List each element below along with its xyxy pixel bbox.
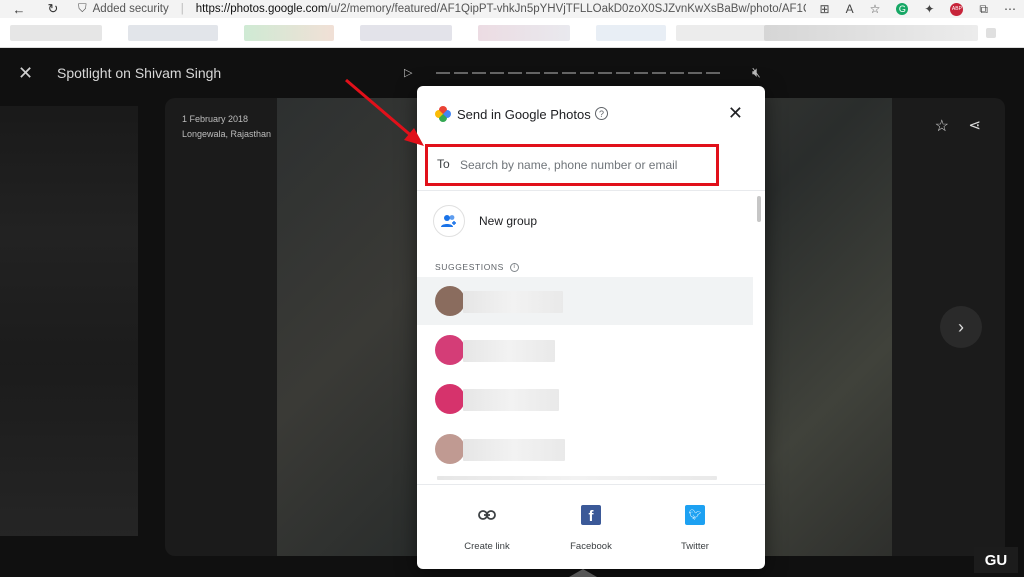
bookmark-item[interactable] xyxy=(676,25,766,41)
back-icon[interactable]: ← xyxy=(10,0,28,18)
bookmark-item[interactable] xyxy=(10,25,102,41)
facebook-icon: f xyxy=(581,505,601,525)
link-icon xyxy=(447,503,527,527)
close-dialog-icon[interactable]: ✕ xyxy=(728,103,743,124)
bookmark-item[interactable] xyxy=(128,25,218,41)
play-icon[interactable]: ▷ xyxy=(404,66,412,79)
bookmark-item[interactable] xyxy=(764,25,978,41)
group-add-icon xyxy=(433,205,465,237)
address-bar[interactable]: ⛉ Added security | https://photos.google… xyxy=(78,0,806,18)
bookmark-item[interactable] xyxy=(244,25,334,41)
contact-row[interactable] xyxy=(417,326,753,374)
bookmarks-bar xyxy=(0,18,1024,48)
shield-icon: ⛉ xyxy=(78,2,87,15)
recipient-search-input[interactable] xyxy=(460,155,708,175)
mute-icon[interactable]: 🔇︎ xyxy=(752,64,761,81)
collections-icon[interactable]: ⧉ xyxy=(979,2,988,17)
photo-date: 1 February 2018 xyxy=(182,114,249,124)
avatar xyxy=(435,335,465,365)
new-group-button[interactable]: New group xyxy=(433,205,537,237)
google-photos-logo-icon xyxy=(435,106,451,122)
avatar xyxy=(435,286,465,316)
browser-toolbar: ← ↻ ⛉ Added security | https://photos.go… xyxy=(0,0,1024,18)
story-title: Spotlight on Shivam Singh xyxy=(57,65,222,81)
contact-row[interactable] xyxy=(417,474,753,484)
favorite-icon[interactable]: ☆ xyxy=(870,2,881,16)
story-progress xyxy=(436,72,720,74)
dialog-header: Send in Google Photos ? ✕ xyxy=(417,86,765,142)
contact-name xyxy=(463,389,559,411)
grammarly-icon[interactable]: G xyxy=(896,3,909,15)
divider xyxy=(417,190,765,191)
send-dialog: Send in Google Photos ? ✕ To New group S… xyxy=(417,86,765,569)
recipient-list: New group SUGGESTIONS i xyxy=(417,194,765,484)
screen: ← ↻ ⛉ Added security | https://photos.go… xyxy=(0,0,1024,577)
new-group-label: New group xyxy=(479,214,538,228)
apps-icon[interactable]: ⊞ xyxy=(820,2,830,16)
twitter-label: Twitter xyxy=(681,541,709,552)
twitter-button[interactable]: 🐦︎ Twitter xyxy=(655,503,735,552)
bottom-notch xyxy=(569,569,597,577)
chevron-right-icon: › xyxy=(958,316,964,337)
bookmark-item[interactable] xyxy=(360,25,452,41)
contact-row[interactable] xyxy=(417,277,753,325)
contact-name xyxy=(463,439,565,461)
security-label: Added security xyxy=(92,3,169,15)
more-icon[interactable]: ⋯ xyxy=(1004,2,1016,16)
bookmark-item[interactable] xyxy=(478,25,570,41)
to-label: To xyxy=(437,157,450,171)
facebook-button[interactable]: f Facebook xyxy=(551,503,631,552)
avatar xyxy=(435,384,465,414)
share-icon[interactable]: ⋖ xyxy=(968,116,981,134)
star-icon[interactable]: ☆ xyxy=(935,116,949,136)
address-divider: | xyxy=(180,3,184,15)
share-options: Create link f Facebook 🐦︎ Twitter xyxy=(417,484,765,569)
browser-extensions: ⊞ A ☆ G ✦ ABP ⧉ ⋯ xyxy=(820,0,1016,18)
create-link-button[interactable]: Create link xyxy=(447,503,527,552)
bookmark-item[interactable] xyxy=(596,25,666,41)
bookmark-item[interactable] xyxy=(986,28,996,38)
list-scrollbar[interactable] xyxy=(757,196,761,222)
recipient-field-highlight: To xyxy=(425,144,719,186)
contact-name xyxy=(463,291,563,313)
contact-name xyxy=(463,340,555,362)
help-icon[interactable]: ? xyxy=(595,107,608,120)
avatar xyxy=(435,434,465,464)
watermark-logo: GU xyxy=(974,547,1018,573)
twitter-icon: 🐦︎ xyxy=(685,505,705,525)
next-photo-button[interactable]: › xyxy=(940,306,982,348)
adblock-icon[interactable]: ABP xyxy=(950,2,964,16)
facebook-label: Facebook xyxy=(570,541,612,552)
dialog-title: Send in Google Photos xyxy=(457,107,591,122)
read-aloud-icon[interactable]: A xyxy=(846,2,854,16)
photo-location: Longewala, Rajasthan xyxy=(182,129,272,139)
reload-icon[interactable]: ↻ xyxy=(44,0,62,18)
extension-icon[interactable]: ✦ xyxy=(924,2,934,16)
contact-row[interactable] xyxy=(417,375,753,423)
contact-row[interactable] xyxy=(417,425,753,473)
suggestions-header: SUGGESTIONS i xyxy=(435,262,519,272)
contact-name xyxy=(437,476,717,480)
info-icon[interactable]: i xyxy=(509,262,519,272)
previous-photo-preview xyxy=(0,106,138,536)
close-icon[interactable]: ✕ xyxy=(18,63,33,84)
url-text: https://photos.google.com/u/2/memory/fea… xyxy=(195,3,806,15)
create-link-label: Create link xyxy=(464,541,510,552)
suggestions-label: SUGGESTIONS xyxy=(435,262,504,272)
